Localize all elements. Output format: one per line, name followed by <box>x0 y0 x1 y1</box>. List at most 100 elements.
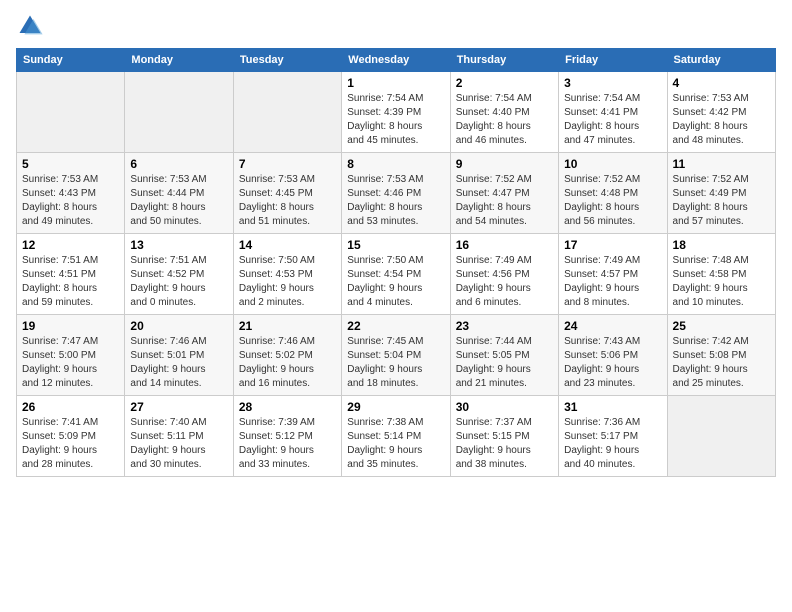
day-number: 3 <box>564 76 661 90</box>
calendar-cell: 6 Sunrise: 7:53 AM Sunset: 4:44 PM Daylig… <box>125 153 233 234</box>
day-info: Sunrise: 7:49 AM Sunset: 4:56 PM Dayligh… <box>456 254 553 310</box>
day-number: 17 <box>564 238 661 252</box>
calendar-cell: 14 Sunrise: 7:50 AM Sunset: 4:53 PM Dayli… <box>233 234 341 315</box>
day-info: Sunrise: 7:39 AM Sunset: 5:12 PM Dayligh… <box>239 416 336 472</box>
day-number: 18 <box>673 238 770 252</box>
logo <box>16 12 48 40</box>
calendar-cell: 20 Sunrise: 7:46 AM Sunset: 5:01 PM Dayli… <box>125 315 233 396</box>
day-number: 12 <box>22 238 119 252</box>
day-number: 14 <box>239 238 336 252</box>
calendar-cell: 8 Sunrise: 7:53 AM Sunset: 4:46 PM Daylig… <box>342 153 450 234</box>
column-header-wednesday: Wednesday <box>342 49 450 72</box>
calendar-cell: 17 Sunrise: 7:49 AM Sunset: 4:57 PM Dayli… <box>559 234 667 315</box>
calendar-cell: 30Sunrise: 7:37 AM Sunset: 5:15 PM Dayli… <box>450 396 558 477</box>
day-number: 21 <box>239 319 336 333</box>
day-number: 9 <box>456 157 553 171</box>
day-number: 29 <box>347 400 444 414</box>
day-info: Sunrise: 7:53 AM Sunset: 4:46 PM Dayligh… <box>347 173 444 229</box>
calendar-cell: 25 Sunrise: 7:42 AM Sunset: 5:08 PM Dayli… <box>667 315 775 396</box>
day-number: 10 <box>564 157 661 171</box>
day-info: Sunrise: 7:53 AM Sunset: 4:43 PM Dayligh… <box>22 173 119 229</box>
page-container: SundayMondayTuesdayWednesdayThursdayFrid… <box>0 0 792 485</box>
day-info: Sunrise: 7:50 AM Sunset: 4:54 PM Dayligh… <box>347 254 444 310</box>
column-header-friday: Friday <box>559 49 667 72</box>
calendar-cell: 9 Sunrise: 7:52 AM Sunset: 4:47 PM Daylig… <box>450 153 558 234</box>
day-number: 5 <box>22 157 119 171</box>
day-number: 6 <box>130 157 227 171</box>
calendar-cell: 7 Sunrise: 7:53 AM Sunset: 4:45 PM Daylig… <box>233 153 341 234</box>
day-info: Sunrise: 7:47 AM Sunset: 5:00 PM Dayligh… <box>22 335 119 391</box>
day-number: 24 <box>564 319 661 333</box>
calendar-cell: 3 Sunrise: 7:54 AM Sunset: 4:41 PM Daylig… <box>559 72 667 153</box>
day-info: Sunrise: 7:40 AM Sunset: 5:11 PM Dayligh… <box>130 416 227 472</box>
day-number: 8 <box>347 157 444 171</box>
day-number: 16 <box>456 238 553 252</box>
calendar-cell: 24 Sunrise: 7:43 AM Sunset: 5:06 PM Dayli… <box>559 315 667 396</box>
day-number: 15 <box>347 238 444 252</box>
column-header-tuesday: Tuesday <box>233 49 341 72</box>
column-header-sunday: Sunday <box>17 49 125 72</box>
day-info: Sunrise: 7:53 AM Sunset: 4:45 PM Dayligh… <box>239 173 336 229</box>
day-info: Sunrise: 7:38 AM Sunset: 5:14 PM Dayligh… <box>347 416 444 472</box>
day-info: Sunrise: 7:42 AM Sunset: 5:08 PM Dayligh… <box>673 335 770 391</box>
calendar-cell: 4Sunrise: 7:53 AM Sunset: 4:42 PM Daylig… <box>667 72 775 153</box>
day-number: 20 <box>130 319 227 333</box>
day-number: 4 <box>673 76 770 90</box>
calendar-cell <box>233 72 341 153</box>
day-number: 2 <box>456 76 553 90</box>
calendar-cell: 1 Sunrise: 7:54 AM Sunset: 4:39 PM Daylig… <box>342 72 450 153</box>
page-header <box>16 12 776 40</box>
calendar-cell: 5 Sunrise: 7:53 AM Sunset: 4:43 PM Daylig… <box>17 153 125 234</box>
day-number: 27 <box>130 400 227 414</box>
day-info: Sunrise: 7:54 AM Sunset: 4:39 PM Dayligh… <box>347 92 444 148</box>
day-info: Sunrise: 7:50 AM Sunset: 4:53 PM Dayligh… <box>239 254 336 310</box>
day-info: Sunrise: 7:53 AM Sunset: 4:44 PM Dayligh… <box>130 173 227 229</box>
calendar-cell: 27 Sunrise: 7:40 AM Sunset: 5:11 PM Dayli… <box>125 396 233 477</box>
day-number: 19 <box>22 319 119 333</box>
day-info: Sunrise: 7:52 AM Sunset: 4:47 PM Dayligh… <box>456 173 553 229</box>
day-info: Sunrise: 7:48 AM Sunset: 4:58 PM Dayligh… <box>673 254 770 310</box>
day-info: Sunrise: 7:54 AM Sunset: 4:41 PM Dayligh… <box>564 92 661 148</box>
day-info: Sunrise: 7:46 AM Sunset: 5:02 PM Dayligh… <box>239 335 336 391</box>
day-info: Sunrise: 7:37 AM Sunset: 5:15 PM Dayligh… <box>456 416 553 472</box>
calendar-week-3: 12Sunrise: 7:51 AM Sunset: 4:51 PM Dayli… <box>17 234 776 315</box>
day-number: 25 <box>673 319 770 333</box>
day-number: 26 <box>22 400 119 414</box>
column-header-monday: Monday <box>125 49 233 72</box>
logo-icon <box>16 12 44 40</box>
column-header-thursday: Thursday <box>450 49 558 72</box>
calendar-cell: 16 Sunrise: 7:49 AM Sunset: 4:56 PM Dayli… <box>450 234 558 315</box>
calendar-week-2: 5 Sunrise: 7:53 AM Sunset: 4:43 PM Daylig… <box>17 153 776 234</box>
day-number: 7 <box>239 157 336 171</box>
day-number: 11 <box>673 157 770 171</box>
day-info: Sunrise: 7:36 AM Sunset: 5:17 PM Dayligh… <box>564 416 661 472</box>
day-number: 1 <box>347 76 444 90</box>
day-info: Sunrise: 7:46 AM Sunset: 5:01 PM Dayligh… <box>130 335 227 391</box>
calendar-cell: 29 Sunrise: 7:38 AM Sunset: 5:14 PM Dayli… <box>342 396 450 477</box>
calendar-cell: 21 Sunrise: 7:46 AM Sunset: 5:02 PM Dayli… <box>233 315 341 396</box>
day-info: Sunrise: 7:43 AM Sunset: 5:06 PM Dayligh… <box>564 335 661 391</box>
day-info: Sunrise: 7:45 AM Sunset: 5:04 PM Dayligh… <box>347 335 444 391</box>
calendar-cell: 28Sunrise: 7:39 AM Sunset: 5:12 PM Dayli… <box>233 396 341 477</box>
day-number: 31 <box>564 400 661 414</box>
calendar-cell: 23Sunrise: 7:44 AM Sunset: 5:05 PM Dayli… <box>450 315 558 396</box>
calendar-cell: 22 Sunrise: 7:45 AM Sunset: 5:04 PM Dayli… <box>342 315 450 396</box>
calendar-cell <box>125 72 233 153</box>
calendar-header-row: SundayMondayTuesdayWednesdayThursdayFrid… <box>17 49 776 72</box>
calendar-cell: 19 Sunrise: 7:47 AM Sunset: 5:00 PM Dayli… <box>17 315 125 396</box>
calendar-cell: 11 Sunrise: 7:52 AM Sunset: 4:49 PM Dayli… <box>667 153 775 234</box>
day-info: Sunrise: 7:51 AM Sunset: 4:52 PM Dayligh… <box>130 254 227 310</box>
calendar-cell <box>17 72 125 153</box>
day-number: 22 <box>347 319 444 333</box>
calendar-table: SundayMondayTuesdayWednesdayThursdayFrid… <box>16 48 776 477</box>
day-number: 23 <box>456 319 553 333</box>
calendar-cell: 12Sunrise: 7:51 AM Sunset: 4:51 PM Dayli… <box>17 234 125 315</box>
calendar-week-4: 19 Sunrise: 7:47 AM Sunset: 5:00 PM Dayli… <box>17 315 776 396</box>
day-info: Sunrise: 7:52 AM Sunset: 4:48 PM Dayligh… <box>564 173 661 229</box>
calendar-cell: 18 Sunrise: 7:48 AM Sunset: 4:58 PM Dayli… <box>667 234 775 315</box>
calendar-week-5: 26Sunrise: 7:41 AM Sunset: 5:09 PM Dayli… <box>17 396 776 477</box>
calendar-cell: 2Sunrise: 7:54 AM Sunset: 4:40 PM Daylig… <box>450 72 558 153</box>
calendar-week-1: 1 Sunrise: 7:54 AM Sunset: 4:39 PM Daylig… <box>17 72 776 153</box>
day-info: Sunrise: 7:52 AM Sunset: 4:49 PM Dayligh… <box>673 173 770 229</box>
day-info: Sunrise: 7:49 AM Sunset: 4:57 PM Dayligh… <box>564 254 661 310</box>
